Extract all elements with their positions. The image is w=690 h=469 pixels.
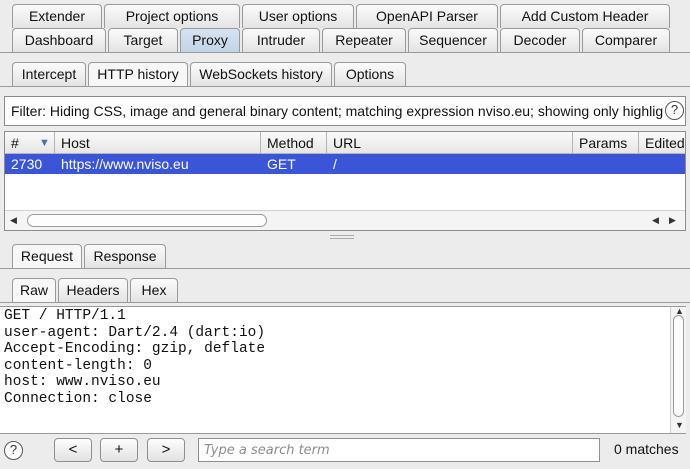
scroll-thumb[interactable] [27,214,267,227]
pane-splitter[interactable] [330,235,354,239]
tab-websockets-history[interactable]: WebSockets history [190,62,332,86]
tab-openapi-parser[interactable]: OpenAPI Parser [356,4,498,28]
add-match-button[interactable]: + [100,438,138,462]
row-method: GET [267,156,296,172]
tab-extender[interactable]: Extender [12,4,102,28]
column-method[interactable]: Method [261,132,327,154]
next-match-button[interactable]: > [147,438,185,462]
scroll-left-icon[interactable]: ◀ [10,215,17,226]
tab-options[interactable]: Options [334,62,406,86]
tab-user-options[interactable]: User options [242,4,354,28]
tab-dashboard[interactable]: Dashboard [12,28,106,52]
tab-intruder[interactable]: Intruder [242,28,320,52]
table-horizontal-scrollbar[interactable]: ◀ ◀ ▶ [5,210,685,230]
sort-desc-icon: ▼ [39,137,50,149]
message-tab-divider [0,268,690,269]
column-number[interactable]: # ▼ [5,132,55,154]
tab-proxy[interactable]: Proxy [180,28,240,52]
tab-hex[interactable]: Hex [130,278,178,302]
scroll-right-icon[interactable]: ▶ [669,215,676,226]
main-tab-divider [0,52,690,53]
tab-raw[interactable]: Raw [12,278,56,302]
view-tab-divider [0,302,690,303]
scroll-down-icon[interactable]: ▼ [675,420,684,430]
filter-bar[interactable]: Filter: Hiding CSS, image and general bi… [4,96,686,126]
column-url[interactable]: URL [327,132,573,154]
tab-target[interactable]: Target [108,28,178,52]
tab-intercept[interactable]: Intercept [12,62,86,86]
tab-decoder[interactable]: Decoder [500,28,580,52]
search-input[interactable] [198,438,600,462]
proxy-tab-divider [0,86,690,87]
request-raw-text[interactable]: GET / HTTP/1.1 user-agent: Dart/2.4 (dar… [4,308,265,408]
tab-project-options[interactable]: Project options [104,4,240,28]
previous-match-button[interactable]: < [54,438,92,462]
history-table[interactable]: # ▼ Host Method URL Params Edited 2730 h… [4,131,686,231]
editor-vertical-scrollbar[interactable]: ▲ ▼ [670,306,686,433]
scroll-left-icon-2[interactable]: ◀ [652,215,659,226]
tab-repeater[interactable]: Repeater [322,28,406,52]
match-count: 0 matches [614,441,679,457]
row-url: / [333,156,337,172]
tab-headers[interactable]: Headers [58,278,128,302]
column-params[interactable]: Params [573,132,639,154]
column-host[interactable]: Host [55,132,261,154]
tab-http-history[interactable]: HTTP history [88,62,188,86]
column-edited[interactable]: Edited [639,132,685,154]
row-host: https://www.nviso.eu [61,156,189,172]
tab-request[interactable]: Request [12,244,82,268]
tab-sequencer[interactable]: Sequencer [408,28,498,52]
request-editor[interactable]: GET / HTTP/1.1 user-agent: Dart/2.4 (dar… [0,306,686,434]
editor-scroll-thumb[interactable] [673,315,684,417]
tab-add-custom-header[interactable]: Add Custom Header [500,4,670,28]
filter-text: Filter: Hiding CSS, image and general bi… [11,103,663,119]
tab-comparer[interactable]: Comparer [582,28,670,52]
tab-response[interactable]: Response [84,244,166,268]
table-row[interactable]: 2730 https://www.nviso.eu GET / [5,154,685,174]
column-number-label: # [11,135,19,151]
row-number: 2730 [11,156,43,172]
search-help-icon[interactable]: ? [4,441,23,460]
filter-help-icon[interactable]: ? [665,101,684,120]
